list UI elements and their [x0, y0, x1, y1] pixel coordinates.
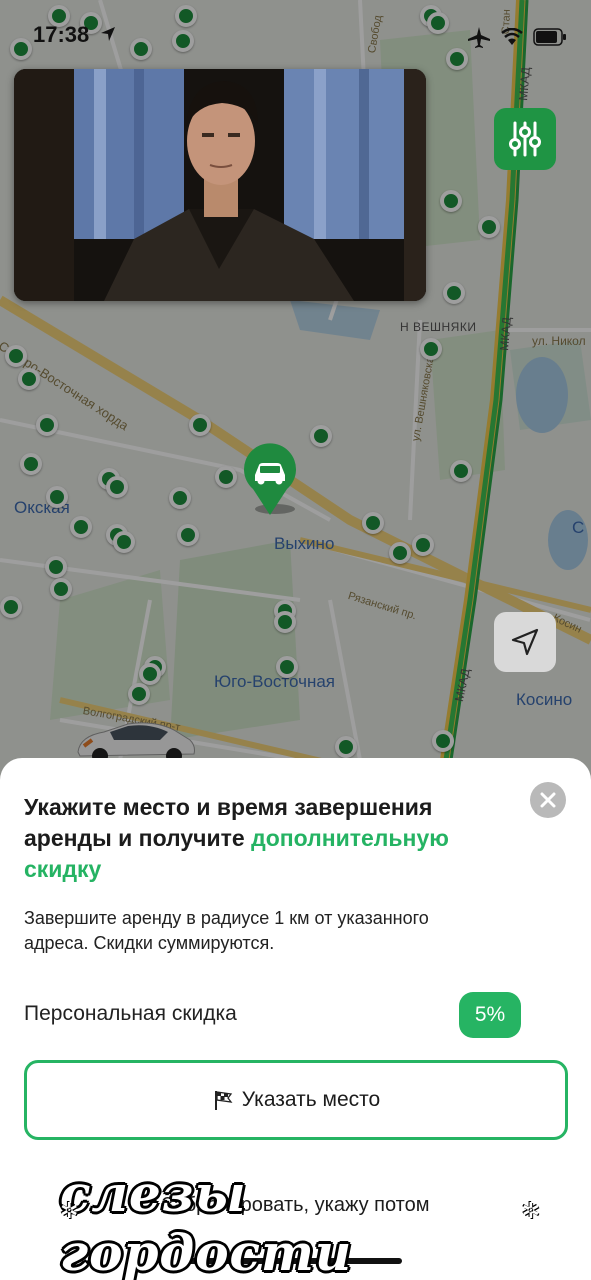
checkered-flag-icon	[214, 1091, 233, 1110]
discount-badge: 5%	[459, 992, 521, 1038]
car-marker[interactable]	[128, 683, 150, 705]
car-marker[interactable]	[36, 414, 58, 436]
personal-discount-label: Персональная скидка	[24, 1002, 237, 1025]
station-label-yugo-vostochnaya: Юго-Восточная	[214, 672, 335, 691]
my-location-button[interactable]	[494, 612, 556, 672]
set-place-button[interactable]: Указать место	[24, 1060, 568, 1140]
watermark-text: слезы гордости	[60, 1164, 353, 1280]
district-label-n-veshnyaki: Н ВЕШНЯКИ	[400, 320, 477, 334]
car-marker[interactable]	[215, 466, 237, 488]
car-marker[interactable]	[106, 476, 128, 498]
car-marker[interactable]	[46, 486, 68, 508]
car-marker[interactable]	[5, 345, 27, 367]
car-marker[interactable]	[20, 453, 42, 475]
sheet-description: Завершите аренду в радиусе 1 км от указа…	[24, 908, 429, 953]
station-label-vykhino: Выхино	[274, 534, 335, 553]
wifi-icon	[501, 28, 523, 45]
watermark: ✲ слезы гордости ✲	[60, 1164, 540, 1280]
car-marker[interactable]	[420, 338, 442, 360]
filter-button[interactable]	[494, 108, 556, 170]
car-marker[interactable]	[440, 190, 462, 212]
car-marker[interactable]	[276, 656, 298, 678]
car-marker[interactable]	[139, 663, 161, 685]
close-button[interactable]	[530, 782, 566, 818]
station-label-s: С	[572, 518, 585, 537]
car-marker[interactable]	[450, 460, 472, 482]
set-place-button-label: Указать место	[241, 1088, 381, 1111]
sliders-icon	[509, 121, 541, 157]
car-marker[interactable]	[0, 596, 22, 618]
car-marker[interactable]	[389, 542, 411, 564]
car-marker[interactable]	[362, 512, 384, 534]
car-marker[interactable]	[45, 556, 67, 578]
road-label-nikol: ул. Никол	[532, 334, 586, 348]
sparkle-icon: ✲	[60, 1198, 79, 1223]
car-marker[interactable]	[18, 368, 40, 390]
station-label-kosino: Косино	[516, 690, 573, 709]
road-label-mkad-2: МКАД	[497, 316, 514, 352]
car-marker[interactable]	[310, 425, 332, 447]
car-marker[interactable]	[274, 611, 296, 633]
car-marker[interactable]	[478, 216, 500, 238]
car-marker[interactable]	[169, 487, 191, 509]
car-marker[interactable]	[189, 414, 211, 436]
sheet-title: Укажите место и время завершения аренды …	[24, 792, 504, 885]
car-marker[interactable]	[113, 531, 135, 553]
car-marker[interactable]	[443, 282, 465, 304]
car-marker[interactable]	[50, 578, 72, 600]
battery-icon	[533, 28, 566, 46]
close-icon	[540, 792, 556, 808]
airplane-icon	[468, 27, 490, 48]
sparkle-icon: ✲	[521, 1198, 540, 1223]
status-bar: 17:38	[0, 0, 591, 64]
status-time: 17:38	[33, 22, 90, 47]
car-marker[interactable]	[432, 730, 454, 752]
car-marker[interactable]	[335, 736, 357, 758]
road-label-mkad-1: МКАД	[516, 66, 533, 102]
location-arrow-icon	[101, 27, 115, 41]
car-location-pin[interactable]	[241, 443, 299, 517]
car-marker[interactable]	[70, 516, 92, 538]
navigation-arrow-icon	[511, 628, 539, 656]
video-frame	[14, 69, 426, 301]
video-pip[interactable]	[14, 69, 426, 301]
car-marker[interactable]	[177, 524, 199, 546]
car-marker[interactable]	[412, 534, 434, 556]
